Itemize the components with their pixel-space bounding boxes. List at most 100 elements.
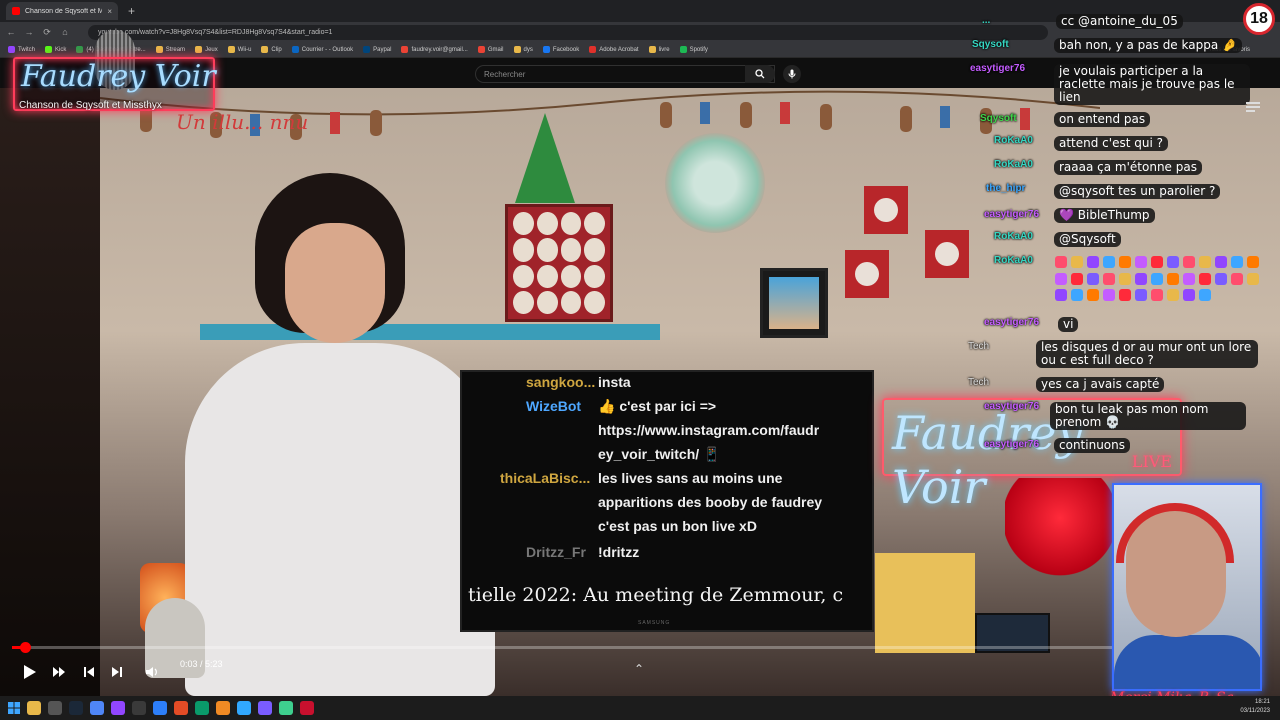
bookmark-item[interactable]: Twitch xyxy=(8,46,35,53)
christmas-tree-decoration xyxy=(515,113,575,203)
chat-username: Tech xyxy=(968,377,990,388)
close-tab-icon[interactable]: × xyxy=(107,7,112,16)
app-icon[interactable] xyxy=(279,701,293,715)
chat-username: easytiger76 xyxy=(984,439,1040,450)
emote-icon xyxy=(1119,272,1131,285)
chat-username: easytiger76 xyxy=(984,209,1040,220)
chat-message: attend c'est qui ? xyxy=(1054,136,1168,151)
search-button[interactable] xyxy=(745,65,775,83)
bookmark-icon xyxy=(542,46,550,53)
photoshop-icon[interactable] xyxy=(237,701,251,715)
tv-chat-row: c'est pas un bon live xD xyxy=(462,518,757,534)
volume-button[interactable] xyxy=(143,662,161,682)
bookmark-item[interactable]: faudrey.voir@gmail... xyxy=(401,46,468,53)
voice-search-button[interactable] xyxy=(783,65,801,83)
bookmark-item[interactable]: Adobe Acrobat xyxy=(589,46,639,53)
gold-record-frame xyxy=(864,186,908,234)
emote-icon xyxy=(1103,272,1115,285)
volume-icon xyxy=(146,667,157,677)
microphone-icon xyxy=(788,69,796,79)
previous-button[interactable] xyxy=(80,662,98,682)
chat-username: Sqysoft xyxy=(980,113,1017,124)
system-clock: 18:21 03/11/2023 xyxy=(1240,698,1270,716)
emote-icon xyxy=(1247,256,1259,268)
obs-icon[interactable] xyxy=(132,701,146,715)
emote-icon xyxy=(1167,289,1179,302)
bookmark-item[interactable]: livre xyxy=(648,46,670,53)
tv-chat-row: Dritzz_Fr !dritzz xyxy=(462,544,639,560)
discord-icon[interactable] xyxy=(258,701,272,715)
bookmark-label: Spotify xyxy=(689,46,708,53)
chat-username: ... xyxy=(982,15,991,26)
search-input[interactable]: Rechercher xyxy=(475,65,775,83)
tab-title: Chanson de Sqysoft et Missthyx xyxy=(25,7,103,15)
address-bar[interactable]: youtube.com/watch?v=J8Hg8Vsq7S4&list=RDJ… xyxy=(88,24,1048,40)
bookmark-label: livre xyxy=(658,46,670,53)
clock-date: 03/11/2023 xyxy=(1240,708,1270,714)
bookmark-item[interactable]: Stream xyxy=(155,46,185,53)
bookmark-item[interactable]: Jeux xyxy=(195,46,218,53)
emote-icon xyxy=(1199,289,1211,302)
emote-icon xyxy=(1135,272,1147,285)
play-button[interactable] xyxy=(20,662,40,682)
vlc-icon[interactable] xyxy=(216,701,230,715)
emote-icon xyxy=(1151,272,1163,285)
clock-time: 18:21 xyxy=(1254,699,1270,705)
windows-taskbar xyxy=(0,696,1280,720)
tv-chat-text: !dritzz xyxy=(598,544,640,560)
chat-username: Sqysoft xyxy=(972,39,1009,50)
bookmark-item[interactable]: dys xyxy=(513,46,533,53)
bookmark-item[interactable]: Spotify xyxy=(679,46,708,53)
play-icon xyxy=(24,665,36,679)
windows-start-icon[interactable] xyxy=(8,702,20,714)
forward-icon[interactable]: → xyxy=(24,27,34,37)
chevron-up-icon[interactable]: ⌃ xyxy=(634,662,644,676)
bookmark-item[interactable]: Courrier - - Outlook xyxy=(291,46,354,53)
skip-next-button[interactable] xyxy=(108,662,126,682)
emote-icon xyxy=(1087,289,1099,302)
bookmark-icon xyxy=(648,46,656,53)
playlist-menu-icon[interactable] xyxy=(1246,101,1260,113)
bookmark-label: Courrier - - Outlook xyxy=(301,46,354,53)
bookmark-item[interactable]: Paypal xyxy=(363,46,391,53)
bookmark-item[interactable]: Wii-u xyxy=(227,46,251,53)
tv-chat-row: ey_voir_twitch/ 📱 xyxy=(462,446,720,463)
bookmark-label: Paypal xyxy=(373,46,392,53)
home-icon[interactable]: ⌂ xyxy=(60,27,70,37)
taskview-icon[interactable] xyxy=(48,701,62,715)
bookmark-item[interactable]: Gmail xyxy=(477,46,504,53)
edge-icon[interactable] xyxy=(153,701,167,715)
emote-icon xyxy=(1183,272,1195,285)
app-icon[interactable] xyxy=(195,701,209,715)
next-button[interactable] xyxy=(50,662,68,682)
emote-icon xyxy=(1151,289,1163,302)
app-icon[interactable] xyxy=(300,701,314,715)
emote-icon xyxy=(1167,256,1179,268)
advent-calendar xyxy=(505,204,613,322)
search-icon xyxy=(755,69,765,79)
bookmark-label: Clip xyxy=(271,46,282,53)
chrome-icon[interactable] xyxy=(90,701,104,715)
reload-icon[interactable]: ⟳ xyxy=(42,27,52,38)
steam-icon[interactable] xyxy=(69,701,83,715)
tv-chat-username: WizeBot xyxy=(526,398,582,414)
bookmark-label: Jeux xyxy=(205,46,218,53)
emote-icon xyxy=(1103,256,1115,268)
bookmark-icon xyxy=(291,46,299,53)
bookmark-item[interactable]: Facebook xyxy=(542,46,579,53)
tv-chat-username: sangkoo... xyxy=(526,374,596,390)
video-progress-bar[interactable] xyxy=(12,642,1112,653)
emote-icon xyxy=(1231,256,1243,268)
bookmark-item[interactable]: Kick xyxy=(45,46,66,53)
chrome-profile-icon[interactable] xyxy=(174,701,188,715)
new-tab-button[interactable]: + xyxy=(122,4,141,18)
chat-username: RoKaA0 xyxy=(994,159,1033,170)
chat-username: RoKaA0 xyxy=(994,231,1033,242)
twitch-icon[interactable] xyxy=(111,701,125,715)
bookmark-label: Kick xyxy=(55,46,67,53)
file-explorer-icon[interactable] xyxy=(27,701,41,715)
bookmark-item[interactable]: Clip xyxy=(261,46,282,53)
chat-username: easytiger76 xyxy=(984,317,1040,328)
back-icon[interactable]: ← xyxy=(6,27,16,37)
browser-tab[interactable]: Chanson de Sqysoft et Missthyx × xyxy=(6,2,118,20)
